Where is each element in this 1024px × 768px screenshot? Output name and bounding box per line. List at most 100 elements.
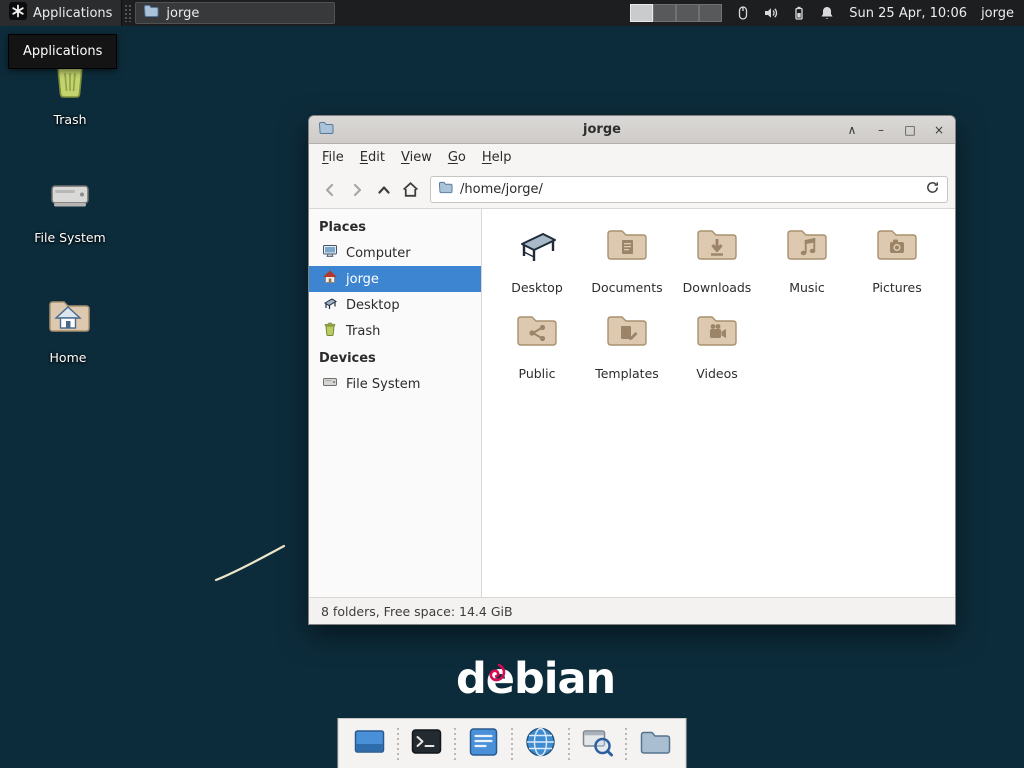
panel-grip-handle[interactable]	[124, 4, 131, 22]
forward-button[interactable]	[343, 177, 370, 203]
dock-panel	[338, 718, 687, 768]
mouse-icon[interactable]	[734, 5, 751, 22]
folder-item-pictures[interactable]: Pictures	[852, 221, 942, 295]
maximize-button[interactable]: □	[903, 123, 917, 137]
sidebar-places-header: Places	[309, 213, 481, 240]
file-manager-window: jorge ∧ – □ × File Edit View Go Help	[308, 115, 956, 625]
panel-clock[interactable]: Sun 25 Apr, 10:06	[849, 6, 967, 21]
battery-icon[interactable]	[790, 5, 807, 22]
menu-bar: File Edit View Go Help	[309, 144, 955, 171]
folder-label: Downloads	[683, 280, 752, 295]
applications-tooltip: Applications	[8, 34, 117, 69]
folder-label: Videos	[696, 366, 738, 381]
system-tray	[734, 5, 835, 22]
taskbar-window-label: jorge	[166, 6, 199, 21]
path-bar[interactable]: /home/jorge/	[430, 176, 948, 203]
folder-label: Pictures	[872, 280, 922, 295]
sidebar-item-desktop[interactable]: Desktop	[309, 292, 481, 318]
close-button[interactable]: ×	[932, 123, 946, 137]
toolbar: /home/jorge/	[309, 171, 955, 209]
desktop-icon-file-system[interactable]: File System	[20, 172, 120, 245]
debian-swirl-icon	[483, 649, 507, 696]
public-folder-icon	[513, 307, 561, 359]
downloads-folder-icon	[693, 221, 741, 273]
workspace-4[interactable]	[699, 4, 722, 22]
videos-folder-icon	[693, 307, 741, 359]
minimize-button[interactable]: –	[874, 123, 888, 137]
menu-edit[interactable]: Edit	[352, 146, 393, 169]
text-editor-icon	[467, 725, 501, 763]
folder-item-templates[interactable]: Templates	[582, 307, 672, 381]
folder-item-documents[interactable]: Documents	[582, 221, 672, 295]
folder-view[interactable]: Desktop Documents Downloads Music	[482, 209, 955, 597]
dock-separator	[510, 728, 515, 760]
folder-label: Documents	[591, 280, 662, 295]
path-text[interactable]: /home/jorge/	[460, 182, 918, 197]
workspace-2[interactable]	[653, 4, 676, 22]
status-text: 8 folders, Free space: 14.4 GiB	[321, 604, 513, 619]
back-button[interactable]	[316, 177, 343, 203]
folder-label: Public	[519, 366, 556, 381]
notifications-bell-icon[interactable]	[818, 5, 835, 22]
debian-logo: debian	[456, 656, 615, 703]
desktop-icon-label: Home	[50, 350, 87, 365]
folder-item-videos[interactable]: Videos	[672, 307, 762, 381]
file-manager-icon	[638, 725, 672, 763]
workspace-1[interactable]	[630, 4, 653, 22]
terminal-icon	[410, 725, 444, 763]
folder-item-public[interactable]: Public	[492, 307, 582, 381]
window-controls: ∧ – □ ×	[845, 123, 946, 137]
web-browser-launcher[interactable]	[522, 724, 560, 764]
terminal-launcher[interactable]	[408, 724, 446, 764]
show-desktop-icon	[353, 725, 387, 763]
menu-help[interactable]: Help	[474, 146, 520, 169]
menu-go[interactable]: Go	[440, 146, 474, 169]
documents-folder-icon	[603, 221, 651, 273]
sidebar-item-computer[interactable]: Computer	[309, 240, 481, 266]
menu-file[interactable]: File	[314, 146, 352, 169]
file-manager-launcher[interactable]	[636, 724, 674, 764]
home-button[interactable]	[397, 177, 424, 203]
sidebar-item-file-system[interactable]: File System	[309, 371, 481, 397]
window-titlebar[interactable]: jorge ∧ – □ ×	[309, 116, 955, 144]
workspace-3[interactable]	[676, 4, 699, 22]
folder-item-desktop[interactable]: Desktop	[492, 221, 582, 295]
home-icon	[322, 269, 338, 289]
folder-label: Desktop	[511, 280, 563, 295]
sidebar-item-label: jorge	[346, 272, 379, 287]
sidebar-devices-header: Devices	[309, 344, 481, 371]
drive-icon	[322, 374, 338, 394]
wallpaper-swirl-line	[210, 538, 290, 590]
dock-separator	[624, 728, 629, 760]
pictures-folder-icon	[873, 221, 921, 273]
debian-logo-text: debian	[456, 654, 615, 704]
desktop-icon-home[interactable]: Home	[18, 292, 118, 365]
applications-menu-icon	[9, 2, 27, 24]
text-editor-launcher[interactable]	[465, 724, 503, 764]
application-finder-launcher[interactable]	[579, 724, 617, 764]
music-folder-icon	[783, 221, 831, 273]
folder-item-music[interactable]: Music	[762, 221, 852, 295]
templates-folder-icon	[603, 307, 651, 359]
volume-icon[interactable]	[762, 5, 779, 22]
menu-view[interactable]: View	[393, 146, 440, 169]
folder-item-downloads[interactable]: Downloads	[672, 221, 762, 295]
sidebar-item-label: Trash	[346, 324, 380, 339]
show-desktop-button[interactable]	[351, 724, 389, 764]
sidebar-item-label: Desktop	[346, 298, 400, 313]
sidebar-item-label: File System	[346, 377, 420, 392]
reload-button[interactable]	[925, 180, 940, 199]
up-button[interactable]	[370, 177, 397, 203]
sidebar-item-jorge[interactable]: jorge	[309, 266, 481, 292]
sidebar-item-label: Computer	[346, 246, 411, 261]
desktop-icon	[322, 295, 338, 315]
applications-menu-label: Applications	[33, 6, 112, 21]
shade-button[interactable]: ∧	[845, 123, 859, 137]
panel-user-menu[interactable]: jorge	[981, 6, 1014, 21]
computer-icon	[322, 243, 338, 263]
sidebar-item-trash[interactable]: Trash	[309, 318, 481, 344]
desktop-icon	[513, 221, 561, 273]
applications-menu-button[interactable]: Applications	[0, 0, 122, 26]
folder-icon	[143, 3, 159, 23]
taskbar-window-button[interactable]: jorge	[135, 2, 335, 24]
